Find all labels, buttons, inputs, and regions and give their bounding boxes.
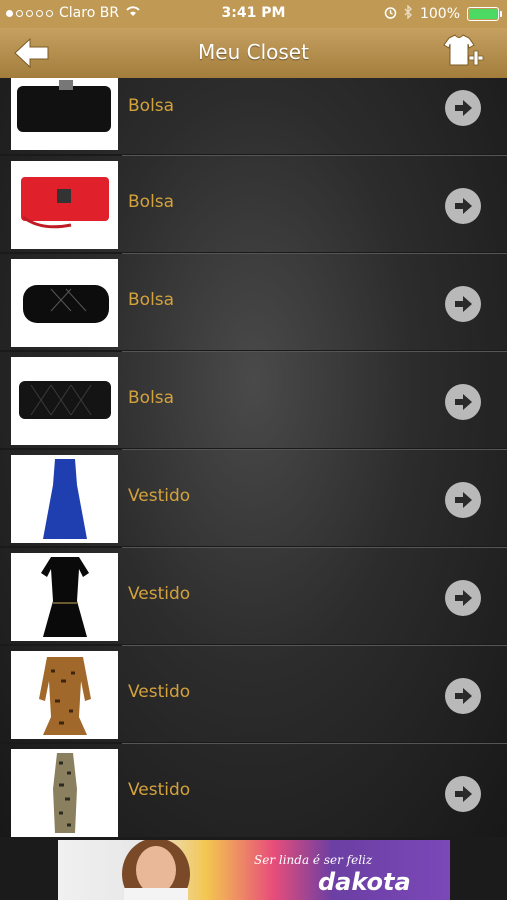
item-detail-button[interactable] [445, 482, 481, 518]
item-label: Vestido [128, 584, 191, 604]
item-label: Vestido [128, 780, 191, 800]
item-detail-button[interactable] [445, 188, 481, 224]
bluetooth-icon [404, 4, 413, 23]
item-thumbnail [11, 161, 118, 249]
battery-icon [467, 7, 502, 21]
item-thumbnail [11, 553, 118, 641]
item-label: Vestido [128, 486, 191, 506]
item-detail-button[interactable] [445, 776, 481, 812]
arrow-right-icon [451, 194, 475, 218]
item-detail-button[interactable] [445, 384, 481, 420]
nav-bar: Meu Closet [0, 28, 507, 78]
ad-brand: dakota [318, 868, 411, 896]
page-title: Meu Closet [198, 40, 309, 64]
item-label: Bolsa [128, 388, 175, 408]
list-item[interactable]: Vestido [0, 450, 507, 548]
list-item[interactable]: Vestido [0, 548, 507, 646]
item-label: Vestido [128, 682, 191, 702]
item-label: Bolsa [128, 96, 175, 116]
status-bar: Claro BR 3:41 PM 100% [0, 0, 507, 28]
item-detail-button[interactable] [445, 580, 481, 616]
arrow-right-icon [451, 586, 475, 610]
closet-list[interactable]: Bolsa Bolsa Bolsa Bolsa Vestido Vestido … [0, 78, 507, 837]
app-screen: Claro BR 3:41 PM 100% Meu Closet Bolsa B… [0, 0, 507, 900]
ad-tagline: Ser linda é ser feliz [254, 853, 373, 867]
list-item[interactable]: Vestido [0, 646, 507, 744]
list-item[interactable]: Vestido [0, 744, 507, 837]
battery-percent: 100% [419, 6, 460, 22]
item-thumbnail [11, 455, 118, 543]
arrow-right-icon [451, 684, 475, 708]
ad-graphic: Ser linda é ser feliz dakota [122, 840, 411, 900]
item-detail-button[interactable] [445, 90, 481, 126]
add-clothing-button[interactable] [439, 32, 485, 72]
item-thumbnail [11, 259, 118, 347]
item-detail-button[interactable] [445, 286, 481, 322]
add-clothing-icon [443, 34, 484, 66]
arrow-right-icon [451, 96, 475, 120]
item-thumbnail [11, 651, 118, 739]
item-label: Bolsa [128, 192, 175, 212]
ad-banner[interactable]: Ser linda é ser feliz dakota [58, 840, 450, 900]
list-item[interactable]: Bolsa [0, 78, 507, 156]
arrow-right-icon [451, 390, 475, 414]
item-thumbnail [11, 749, 118, 837]
list-item[interactable]: Bolsa [0, 156, 507, 254]
item-thumbnail [11, 357, 118, 445]
list-item[interactable]: Bolsa [0, 352, 507, 450]
arrow-right-icon [451, 292, 475, 316]
status-right: 100% [384, 4, 502, 23]
list-item[interactable]: Bolsa [0, 254, 507, 352]
item-label: Bolsa [128, 290, 175, 310]
arrow-right-icon [451, 782, 475, 806]
item-thumbnail [11, 78, 118, 150]
arrow-right-icon [451, 488, 475, 512]
alarm-icon [384, 6, 397, 23]
item-detail-button[interactable] [445, 678, 481, 714]
